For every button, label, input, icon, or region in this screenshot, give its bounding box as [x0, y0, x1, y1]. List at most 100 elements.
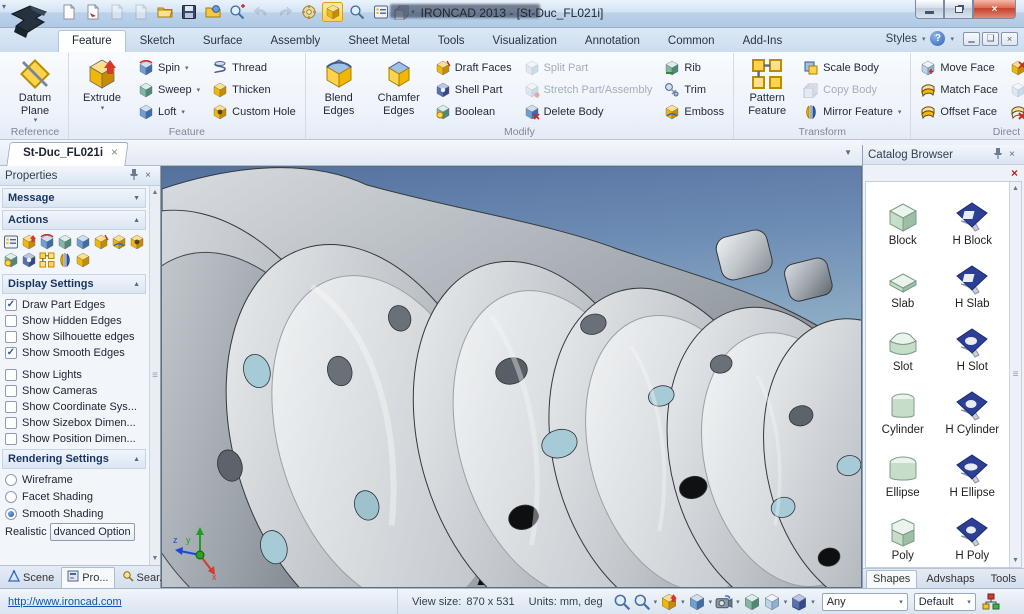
tab-surface[interactable]: Surface [189, 30, 257, 52]
mdi-close-button[interactable]: × [1001, 31, 1018, 46]
open-icon[interactable] [154, 2, 175, 22]
save-icon[interactable] [178, 2, 199, 22]
document-tab[interactable]: St-Duc_FL021i × [6, 142, 129, 166]
checkbox-show-lights[interactable]: Show Lights [0, 367, 148, 383]
extrude-action-icon[interactable] [21, 234, 37, 250]
dropdown-icon[interactable]: ▾ [784, 598, 788, 606]
wire-shape-icon[interactable] [763, 593, 781, 611]
sweep-button[interactable]: Sweep ▾ [135, 80, 203, 100]
catalog-scroll-down-icon[interactable]: ▼ [1012, 554, 1019, 567]
draft-faces-button[interactable]: Draft Faces [432, 58, 515, 78]
chamfer-edges-button[interactable]: Chamfer Edges [372, 56, 426, 125]
new-doc-icon[interactable] [58, 2, 79, 22]
export-doc-icon[interactable] [82, 2, 103, 22]
radio-wireframe[interactable]: Wireframe [0, 471, 148, 488]
spin-button[interactable]: Spin ▾ [135, 58, 203, 78]
props-tab-scene[interactable]: Scene [2, 567, 60, 588]
checkbox-show-hidden-edges[interactable]: Show Hidden Edges [0, 313, 148, 329]
checkbox-show-silhouette-edges[interactable]: Show Silhouette edges [0, 329, 148, 345]
properties-close-icon[interactable]: × [141, 170, 155, 181]
dropdown-icon[interactable]: ▾ [736, 598, 740, 606]
catalog-remove-icon[interactable]: × [863, 165, 1024, 181]
viewport-3d-model[interactable] [162, 167, 861, 587]
viewport-3d[interactable]: y z x [161, 166, 862, 588]
advanced-options-button[interactable]: dvanced Option [49, 523, 135, 541]
catalog-scroll-up-icon[interactable]: ▲ [1012, 182, 1019, 195]
help-icon[interactable]: ? [930, 31, 946, 46]
redo-icon[interactable] [274, 2, 295, 22]
shell-part-button[interactable]: Shell Part [432, 80, 515, 100]
tab-add-ins[interactable]: Add-Ins [729, 30, 797, 52]
ironcad-link[interactable]: http://www.ironcad.com [8, 596, 122, 608]
catalog-close-icon[interactable]: × [1005, 149, 1019, 160]
catalog-scroll-grip[interactable]: ≡ [1013, 369, 1019, 380]
loft-button[interactable]: Loft ▾ [135, 102, 203, 122]
undo-icon[interactable] [250, 2, 271, 22]
delete-face-button[interactable]: Delete Face [1007, 58, 1024, 78]
catalog-item-h-block[interactable]: H Block [938, 186, 1008, 249]
filter-any-dropdown[interactable]: Any ▾ [821, 592, 908, 611]
checkbox-show-position-dimen-[interactable]: Show Position Dimen... [0, 431, 148, 447]
maximize-button[interactable] [944, 0, 973, 19]
group-action-icon[interactable] [39, 252, 55, 268]
multibody-icon[interactable] [790, 593, 808, 611]
section-message[interactable]: Message ▼ [2, 188, 146, 208]
checkbox-draw-part-edges[interactable]: ✓ Draw Part Edges [0, 297, 148, 313]
axis-action-icon[interactable] [57, 252, 73, 268]
mdi-restore-button[interactable]: ❏ [982, 31, 999, 46]
checkbox-show-sizebox-dimen-[interactable]: Show Sizebox Dimen... [0, 415, 148, 431]
pin-icon[interactable] [127, 168, 141, 183]
catalog-item-h-slot[interactable]: H Slot [938, 312, 1008, 375]
loft-action-icon[interactable] [75, 234, 91, 250]
catalog-pin-icon[interactable] [991, 147, 1005, 162]
scale-body-button[interactable]: Scale Body [800, 58, 904, 78]
blank-icon[interactable] [130, 2, 151, 22]
spin-action-icon[interactable] [39, 234, 55, 250]
rib-button[interactable]: Rib [661, 58, 727, 78]
catalog-tab-tools[interactable]: Tools [984, 570, 1024, 588]
delete-body-button[interactable]: Delete Body [521, 102, 656, 122]
radio-facet-shading[interactable]: Facet Shading [0, 488, 148, 505]
list-props-icon[interactable] [3, 234, 19, 250]
camera-view-icon[interactable] [715, 593, 733, 611]
sweep-action-icon[interactable] [57, 234, 73, 250]
edit-sketch-icon[interactable] [93, 234, 109, 250]
home-action-icon[interactable] [21, 252, 37, 268]
dropdown-icon[interactable]: ▾ [709, 598, 713, 606]
tab-sheet-metal[interactable]: Sheet Metal [334, 30, 423, 52]
section-rendering-settings[interactable]: Rendering Settings ▲ [2, 449, 146, 469]
datum-plane-button[interactable]: Datum Plane ▾ [8, 56, 62, 125]
import-icon[interactable] [202, 2, 223, 22]
properties-scrollbar[interactable]: ▲ ≡ ▼ [149, 186, 160, 565]
tab-assembly[interactable]: Assembly [256, 30, 334, 52]
checkbox-show-coordinate-sys-[interactable]: Show Coordinate Sys... [0, 399, 148, 415]
custom-hole-action-icon[interactable] [129, 234, 145, 250]
split-faces-button[interactable]: Split Faces [1007, 102, 1024, 122]
dropdown-icon[interactable]: ▾ [681, 598, 685, 606]
structure-tree-icon[interactable] [982, 593, 1000, 611]
smooth-shape-icon[interactable] [743, 593, 761, 611]
offset-face-button[interactable]: >Offset Face [917, 102, 1000, 122]
catalog-tab-shapes[interactable]: Shapes [866, 570, 918, 588]
gears-action-icon[interactable] [3, 252, 19, 268]
minimize-button[interactable] [915, 0, 944, 19]
catalog-item-cylinder[interactable]: Cylinder [868, 375, 938, 438]
tab-annotation[interactable]: Annotation [571, 30, 654, 52]
catalog-scrollbar[interactable]: ▲ ≡ ▼ [1009, 182, 1021, 567]
tab-tools[interactable]: Tools [424, 30, 479, 52]
emboss-button[interactable]: Emboss [661, 102, 727, 122]
catalog-item-slot[interactable]: Slot [868, 312, 938, 375]
trim-button[interactable]: Trim [661, 80, 727, 100]
scroll-up-icon[interactable]: ▲ [152, 186, 159, 199]
extrude-button[interactable]: Extrude ▾ [75, 56, 129, 125]
document-tab-close-icon[interactable]: × [111, 147, 118, 159]
radio-smooth-shading[interactable]: Smooth Shading [0, 505, 148, 522]
scroll-grip[interactable]: ≡ [152, 370, 158, 381]
catalog-icon[interactable] [322, 2, 343, 22]
tab-visualization[interactable]: Visualization [479, 30, 571, 52]
props-tab-pro[interactable]: Pro... [61, 567, 115, 588]
dropdown-icon[interactable]: ▾ [654, 598, 658, 606]
blend-edges-button[interactable]: Blend Edges [312, 56, 366, 125]
zoom-select-icon[interactable] [633, 593, 651, 611]
section-display-settings[interactable]: Display Settings ▲ [2, 274, 146, 294]
